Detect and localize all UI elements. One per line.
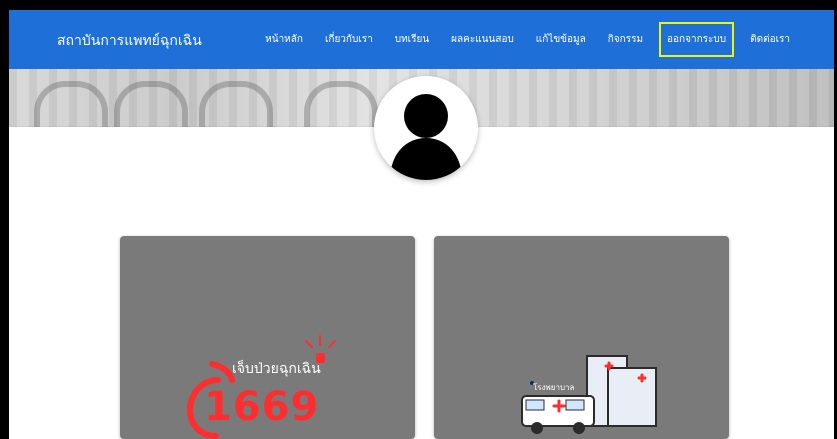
nav-lessons[interactable]: บทเรียน	[391, 26, 433, 53]
nav-activities[interactable]: กิจกรรม	[604, 26, 647, 53]
site-brand[interactable]: สถาบันการแพทย์ฉุกเฉิน	[57, 30, 202, 52]
main-nav: หน้าหลัก เกี่ยวกับเรา บทเรียน ผลคะแนนสอบ…	[261, 10, 794, 69]
hospital-card[interactable]: โรงพยาบาล	[434, 236, 729, 439]
page-frame: สถาบันการแพทย์ฉุกเฉิน หน้าหลัก เกี่ยวกับ…	[9, 10, 834, 439]
emergency-title: เจ็บป่วยฉุกเฉิน	[232, 361, 321, 377]
nav-edit-profile[interactable]: แก้ไขข้อมูล	[532, 26, 590, 53]
nav-about[interactable]: เกี่ยวกับเรา	[321, 26, 377, 53]
nav-contact[interactable]: ติดต่อเรา	[746, 26, 794, 53]
emergency-1669-card[interactable]: เจ็บป่วยฉุกเฉิน 1669	[120, 236, 415, 439]
hospital-label: โรงพยาบาล	[533, 383, 575, 392]
emergency-number: 1669	[204, 384, 320, 430]
top-navbar: สถาบันการแพทย์ฉุกเฉิน หน้าหลัก เกี่ยวกับ…	[9, 10, 834, 69]
arch-decoration	[199, 81, 273, 127]
arch-decoration	[304, 81, 378, 127]
person-silhouette-icon	[390, 94, 462, 180]
nav-home[interactable]: หน้าหลัก	[261, 26, 307, 53]
arch-decoration	[34, 81, 108, 127]
hospital-ambulance-icon	[521, 355, 657, 434]
arch-decoration	[114, 81, 188, 127]
profile-avatar[interactable]	[374, 76, 478, 180]
nav-logout[interactable]: ออกจากระบบ	[659, 22, 735, 57]
nav-exam-scores[interactable]: ผลคะแนนสอบ	[447, 26, 518, 53]
